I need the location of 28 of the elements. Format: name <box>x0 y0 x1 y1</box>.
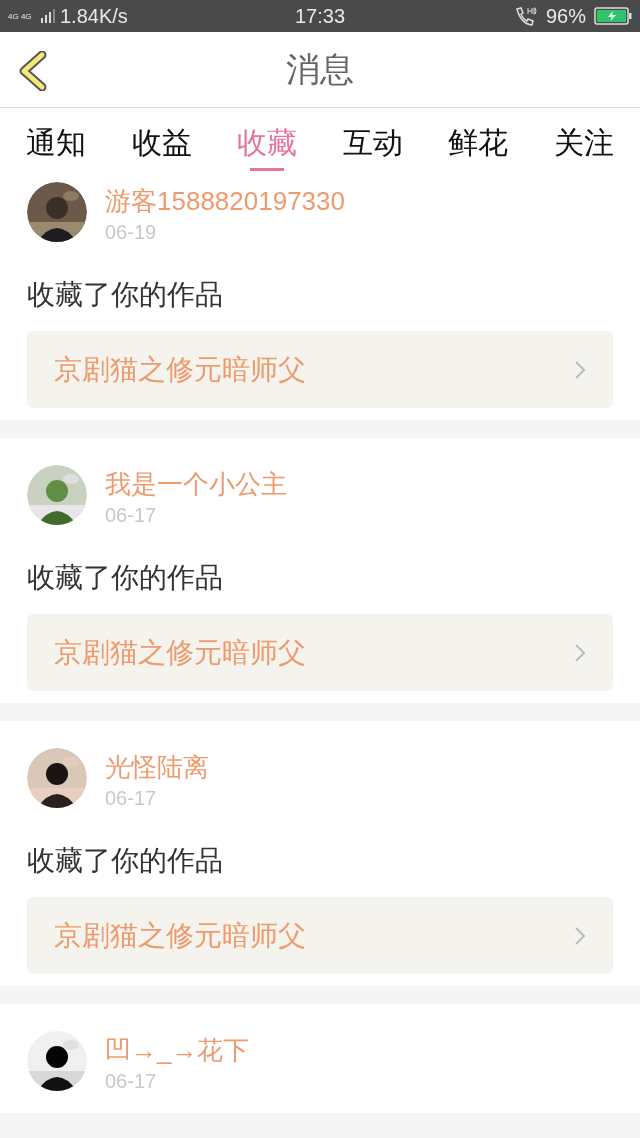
message-text: 收藏了你的作品 <box>27 278 224 312</box>
back-icon <box>18 51 48 91</box>
chevron-icon <box>574 359 586 380</box>
chevron-icon <box>574 642 586 663</box>
battery-icon <box>594 7 632 25</box>
tab[interactable]: 收藏 <box>237 124 298 171</box>
user-name[interactable]: 游客1588820197330 <box>105 183 345 219</box>
chevron-icon <box>574 925 586 946</box>
signal-icon <box>40 8 56 24</box>
user-name[interactable]: 凹→_→花下 <box>105 1032 250 1068</box>
page-title: 消息 <box>286 49 354 90</box>
message-text: 收藏了你的作品 <box>27 844 224 878</box>
network-label: 4G 4G <box>8 11 33 21</box>
work-link[interactable]: 京剧猫之修元暗师父 <box>27 614 613 691</box>
tab[interactable]: 通知 <box>26 124 86 171</box>
tab[interactable]: 鲜花 <box>448 124 509 171</box>
tab[interactable]: 关注 <box>553 124 614 171</box>
user-name[interactable]: 光怪陆离 <box>105 749 209 785</box>
tab[interactable]: 收益 <box>131 124 192 171</box>
message-text: 收藏了你的作品 <box>27 561 224 595</box>
battery-percent: 96% <box>545 4 586 29</box>
network-speed: 1.84K/s <box>60 4 128 29</box>
work-link[interactable]: 京剧猫之修元暗师父 <box>27 897 613 974</box>
work-link[interactable]: 京剧猫之修元暗师父 <box>27 331 613 408</box>
user-name[interactable]: 我是一个小公主 <box>105 466 287 502</box>
tab[interactable]: 互动 <box>342 124 403 171</box>
phone-icon <box>513 6 538 26</box>
clock: 17:33 <box>293 4 347 29</box>
